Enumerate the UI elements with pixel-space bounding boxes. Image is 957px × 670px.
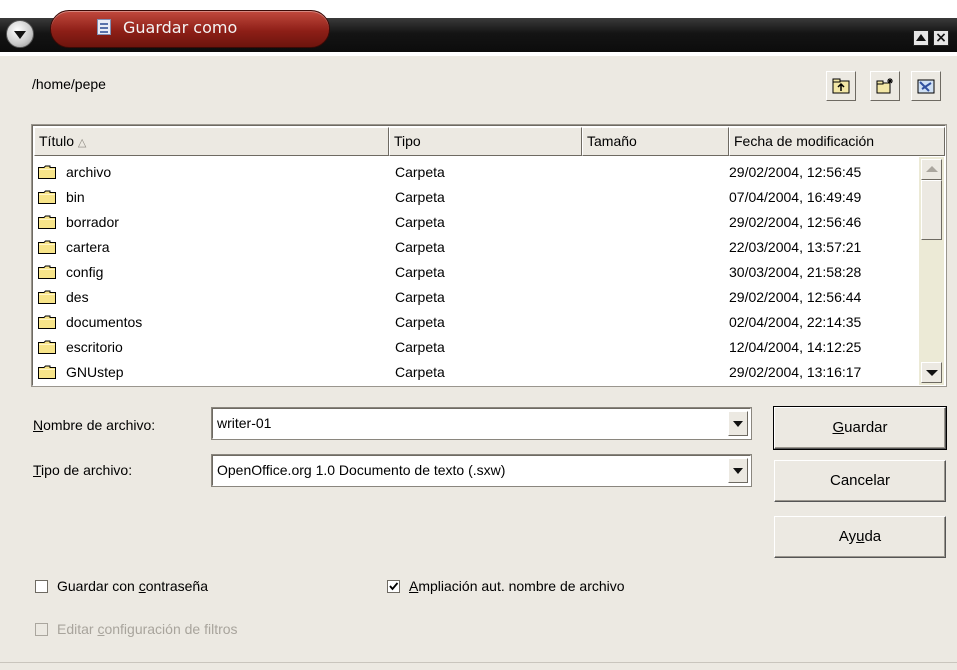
default-directory-button[interactable] xyxy=(911,71,941,101)
table-row[interactable]: GNUstep Carpeta 29/02/2004, 13:16:17 xyxy=(34,360,919,385)
default-directory-icon xyxy=(917,79,935,94)
file-type: Carpeta xyxy=(395,314,445,330)
column-header-size[interactable]: Tamaño xyxy=(582,127,729,156)
file-name: archivo xyxy=(66,164,112,180)
file-type: Carpeta xyxy=(395,239,445,255)
folder-icon xyxy=(38,265,56,279)
file-name: borrador xyxy=(66,214,119,230)
file-name: escritorio xyxy=(66,339,123,355)
sort-ascending-icon: △ xyxy=(77,137,87,149)
file-type: Carpeta xyxy=(395,289,445,305)
scroll-thumb[interactable] xyxy=(921,180,942,240)
vertical-scrollbar[interactable] xyxy=(919,157,944,385)
file-type: Carpeta xyxy=(395,164,445,180)
file-name: GNUstep xyxy=(66,364,124,380)
file-date: 30/03/2004, 21:58:28 xyxy=(729,264,862,280)
title-bar[interactable]: Guardar como × xyxy=(0,0,957,56)
filetype-dropdown-button[interactable] xyxy=(728,458,748,483)
file-date: 29/02/2004, 13:16:17 xyxy=(729,364,862,380)
file-date: 12/04/2004, 14:12:25 xyxy=(729,339,862,355)
checkmark-icon xyxy=(389,582,399,591)
document-icon xyxy=(97,19,111,35)
table-row[interactable]: documentos Carpeta 02/04/2004, 22:14:35 xyxy=(34,310,919,335)
file-date: 07/04/2004, 16:49:49 xyxy=(729,189,862,205)
new-folder-button[interactable] xyxy=(870,71,900,101)
filename-label: Nombre de archivo: xyxy=(33,417,156,433)
filename-dropdown-button[interactable] xyxy=(728,411,748,436)
folder-icon xyxy=(38,215,56,229)
file-date: 29/02/2004, 12:56:45 xyxy=(729,164,862,180)
folder-up-button[interactable] xyxy=(826,71,856,101)
column-header-date[interactable]: Fecha de modificación xyxy=(729,127,945,156)
filter-settings-label: Editar configuración de filtros xyxy=(57,621,238,637)
filter-settings-checkbox xyxy=(35,623,48,636)
file-list[interactable]: Título △ Tipo Tamaño Fecha de modificaci… xyxy=(31,124,947,387)
file-type: Carpeta xyxy=(395,364,445,380)
auto-extension-label: Ampliación aut. nombre de archivo xyxy=(409,578,625,594)
filetype-select[interactable]: OpenOffice.org 1.0 Documento de texto (.… xyxy=(211,454,752,487)
table-row[interactable]: cartera Carpeta 22/03/2004, 13:57:21 xyxy=(34,235,919,260)
password-checkbox[interactable] xyxy=(35,580,48,593)
close-button[interactable]: × xyxy=(933,30,949,46)
file-name: documentos xyxy=(66,314,143,330)
new-folder-icon xyxy=(876,78,893,94)
file-name: bin xyxy=(66,189,85,205)
save-as-dialog: Guardar como × /home/pepe Título △ Tipo … xyxy=(0,0,957,670)
title-tab[interactable]: Guardar como xyxy=(50,10,330,48)
table-row[interactable]: des Carpeta 29/02/2004, 12:56:44 xyxy=(34,285,919,310)
help-button[interactable]: Ayuda xyxy=(774,516,946,558)
window-bottom-border xyxy=(0,662,957,670)
filename-combobox[interactable] xyxy=(211,407,752,440)
folder-icon xyxy=(38,190,56,204)
password-label: Guardar con contraseña xyxy=(57,578,208,594)
table-row[interactable]: archivo Carpeta 29/02/2004, 12:56:45 xyxy=(34,160,919,185)
folder-icon xyxy=(38,165,56,179)
table-row[interactable]: escritorio Carpeta 12/04/2004, 14:12:25 xyxy=(34,335,919,360)
save-button[interactable]: Guardar xyxy=(773,406,947,450)
folder-icon xyxy=(38,315,56,329)
file-type: Carpeta xyxy=(395,214,445,230)
window-title: Guardar como xyxy=(123,18,238,37)
file-type: Carpeta xyxy=(395,339,445,355)
file-name: config xyxy=(66,264,104,280)
current-path: /home/pepe xyxy=(32,76,106,92)
file-type: Carpeta xyxy=(395,189,445,205)
scroll-down-button[interactable] xyxy=(921,362,942,383)
filetype-label: Tipo de archivo: xyxy=(33,462,133,478)
shade-button[interactable] xyxy=(913,30,929,46)
cancel-button[interactable]: Cancelar xyxy=(774,460,946,502)
folder-up-icon xyxy=(832,78,850,94)
table-row[interactable]: borrador Carpeta 29/02/2004, 12:56:46 xyxy=(34,210,919,235)
file-date: 22/03/2004, 13:57:21 xyxy=(729,239,862,255)
table-row[interactable]: bin Carpeta 07/04/2004, 16:49:49 xyxy=(34,185,919,210)
filename-input[interactable] xyxy=(217,409,717,438)
file-name: cartera xyxy=(66,239,110,255)
file-type: Carpeta xyxy=(395,264,445,280)
file-date: 02/04/2004, 22:14:35 xyxy=(729,314,862,330)
window-menu-button[interactable] xyxy=(6,20,34,48)
auto-extension-checkbox[interactable] xyxy=(387,580,400,593)
column-header-title[interactable]: Título △ xyxy=(34,127,389,156)
folder-icon xyxy=(38,240,56,254)
filetype-value: OpenOffice.org 1.0 Documento de texto (.… xyxy=(217,462,506,478)
folder-icon xyxy=(38,340,56,354)
folder-icon xyxy=(38,290,56,304)
file-date: 29/02/2004, 12:56:46 xyxy=(729,214,862,230)
file-list-header: Título △ Tipo Tamaño Fecha de modificaci… xyxy=(34,127,945,156)
scroll-up-button[interactable] xyxy=(921,159,942,180)
table-row[interactable]: config Carpeta 30/03/2004, 21:58:28 xyxy=(34,260,919,285)
file-date: 29/02/2004, 12:56:44 xyxy=(729,289,862,305)
file-name: des xyxy=(66,289,89,305)
column-header-type[interactable]: Tipo xyxy=(389,127,582,156)
folder-icon xyxy=(38,365,56,379)
